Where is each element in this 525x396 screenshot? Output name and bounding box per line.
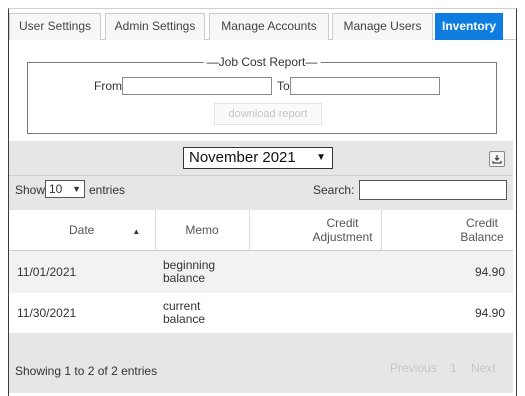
search-label: Search:	[313, 183, 355, 197]
table-row[interactable]: 11/01/2021 beginning balance 94.90	[9, 250, 513, 294]
cell-balance: 94.90	[381, 250, 513, 294]
entries-label: entries	[89, 183, 126, 197]
col-header-credit-adjustment[interactable]: Credit Adjustment	[249, 210, 382, 251]
month-select[interactable]: November 2021 ▼	[183, 147, 333, 169]
tab-user-settings[interactable]: User Settings	[9, 13, 101, 40]
table-info: Showing 1 to 2 of 2 entries	[15, 364, 158, 378]
download-report-button[interactable]: download report	[214, 103, 322, 125]
month-select-value: November 2021	[189, 149, 296, 166]
cell-memo: current balance	[155, 293, 249, 333]
job-cost-report: —Job Cost Report— From To download repor…	[27, 55, 497, 134]
to-label: To	[277, 79, 290, 93]
from-date-input[interactable]	[122, 77, 272, 95]
previous-button[interactable]: Previous	[390, 361, 437, 375]
show-label: Show	[15, 183, 46, 197]
search-input[interactable]	[359, 180, 507, 200]
download-icon	[492, 155, 502, 164]
next-button[interactable]: Next	[471, 361, 496, 375]
chevron-down-icon: ▼	[316, 152, 326, 163]
table-header-row: Date ▲ Memo Credit Adjustment Credit Bala…	[9, 210, 513, 251]
col-header-memo[interactable]: Memo	[155, 210, 250, 251]
cell-adjustment	[249, 250, 381, 294]
cell-date: 11/01/2021	[9, 250, 155, 294]
cell-balance: 94.90	[381, 293, 513, 333]
download-button[interactable]	[489, 151, 505, 167]
tab-admin-settings[interactable]: Admin Settings	[105, 13, 205, 40]
credit-table: Date ▲ Memo Credit Adjustment Credit Bala…	[9, 210, 513, 333]
to-date-input[interactable]	[290, 77, 440, 95]
cell-adjustment	[249, 293, 381, 333]
chevron-down-icon: ▼	[72, 184, 81, 194]
page-1-button[interactable]: 1	[450, 361, 457, 375]
tab-bar: User Settings Admin Settings Manage Acco…	[9, 9, 516, 40]
job-cost-report-title: —Job Cost Report—	[203, 55, 321, 69]
col-header-credit-balance[interactable]: Credit Balance	[381, 210, 513, 251]
tab-inventory[interactable]: Inventory	[435, 13, 503, 40]
divider	[9, 175, 513, 176]
entries-length-value: 10	[49, 182, 63, 196]
cell-date: 11/30/2021	[9, 293, 155, 333]
transactions-panel: November 2021 ▼ Show 10 ▼ entries Search…	[9, 141, 513, 393]
sort-ascending-icon: ▲	[132, 226, 141, 236]
tab-manage-users[interactable]: Manage Users	[332, 13, 433, 40]
from-label: From	[94, 79, 122, 93]
col-header-date[interactable]: Date ▲	[9, 210, 156, 251]
table-row[interactable]: 11/30/2021 current balance 94.90	[9, 293, 513, 333]
tab-manage-accounts[interactable]: Manage Accounts	[209, 13, 329, 40]
entries-length-select[interactable]: 10 ▼	[45, 180, 85, 198]
cell-memo: beginning balance	[155, 250, 249, 294]
